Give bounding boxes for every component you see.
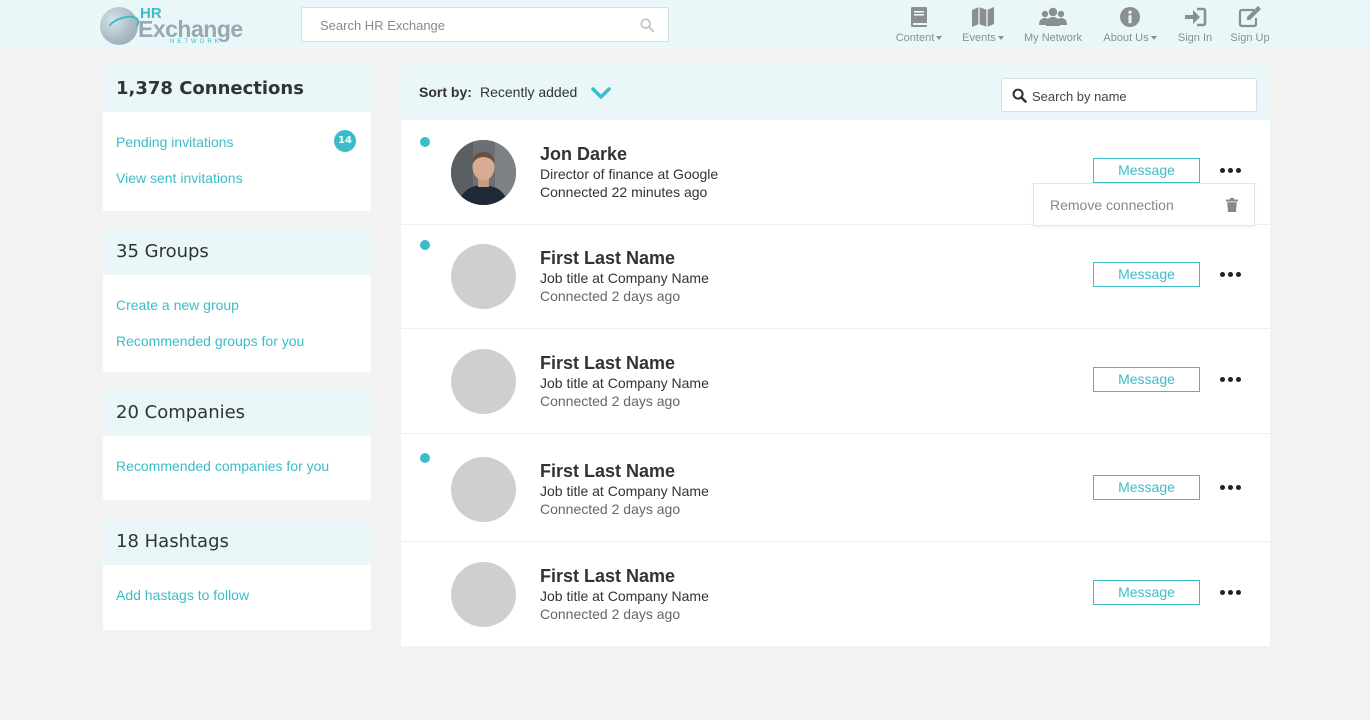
connection-job-title: Job title at Company Name	[540, 588, 709, 604]
message-button[interactable]: Message	[1093, 580, 1200, 605]
connection-row: First Last Name Job title at Company Nam…	[401, 434, 1270, 542]
caret-down-icon	[936, 36, 943, 40]
avatar[interactable]	[451, 244, 516, 309]
connection-job-title: Director of finance at Google	[540, 166, 719, 182]
sort-by-label: Sort by:	[419, 84, 472, 100]
connection-job-title: Job title at Company Name	[540, 270, 709, 286]
site-search-box	[301, 7, 669, 42]
connection-row: First Last Name Job title at Company Nam…	[401, 542, 1270, 646]
connections-list-panel: Sort by: Recently added Search by name J…	[401, 66, 1270, 646]
remove-connection-label: Remove connection	[1050, 197, 1174, 213]
chevron-down-icon[interactable]	[591, 86, 611, 100]
profile-photo	[451, 140, 516, 205]
connection-time: Connected 2 days ago	[540, 501, 681, 517]
hashtags-count-title: 18 Hashtags	[116, 531, 229, 552]
message-button[interactable]: Message	[1093, 262, 1200, 287]
name-search-input[interactable]	[1032, 87, 1242, 105]
more-options-icon[interactable]	[1220, 485, 1242, 491]
more-options-icon[interactable]	[1220, 168, 1242, 174]
connection-row: First Last Name Job title at Company Nam…	[401, 329, 1270, 434]
pending-invitations-link[interactable]: Pending invitations	[116, 134, 234, 150]
add-hashtags-link[interactable]: Add hastags to follow	[116, 587, 249, 603]
nav-sign-in[interactable]: Sign In	[1175, 6, 1215, 46]
recommended-companies-link[interactable]: Recommended companies for you	[116, 458, 329, 474]
remove-connection-menu-item[interactable]: Remove connection	[1033, 183, 1255, 226]
new-connection-dot	[420, 453, 430, 463]
sign-in-icon	[1185, 7, 1207, 27]
connection-name[interactable]: First Last Name	[540, 566, 675, 587]
nav-sign-up[interactable]: Sign Up	[1228, 6, 1272, 46]
trash-icon	[1226, 198, 1238, 212]
connection-name[interactable]: First Last Name	[540, 461, 675, 482]
avatar[interactable]	[451, 562, 516, 627]
message-button[interactable]: Message	[1093, 475, 1200, 500]
more-options-icon[interactable]	[1220, 272, 1242, 278]
more-options-icon[interactable]	[1220, 377, 1242, 383]
hashtags-card: 18 Hashtags Add hastags to follow	[103, 519, 371, 630]
nav-about-us[interactable]: About Us	[1100, 6, 1160, 46]
nav-events-label: Events	[960, 32, 1006, 45]
nav-my-network-label: My Network	[1023, 32, 1083, 44]
companies-card-header: 20 Companies	[103, 390, 371, 436]
create-group-link[interactable]: Create a new group	[116, 297, 239, 313]
site-search-input[interactable]	[320, 16, 620, 34]
top-navigation-bar: HR Exchange NETWORK Content Events	[0, 0, 1370, 50]
connection-time: Connected 2 days ago	[540, 606, 681, 622]
map-icon	[972, 7, 994, 27]
connection-job-title: Job title at Company Name	[540, 375, 709, 391]
info-icon	[1120, 7, 1140, 27]
edit-icon	[1238, 6, 1261, 28]
globe-logo-icon	[100, 7, 138, 45]
companies-count-title: 20 Companies	[116, 402, 246, 423]
sort-select-value[interactable]: Recently added	[480, 84, 577, 100]
groups-card-header: 35 Groups	[103, 229, 371, 275]
logo-text-network: NETWORK	[170, 39, 222, 45]
nav-content-label: Content	[893, 32, 945, 45]
nav-about-us-label: About Us	[1100, 32, 1160, 45]
hashtags-card-header: 18 Hashtags	[103, 519, 371, 565]
groups-card: 35 Groups Create a new group Recommended…	[103, 229, 371, 372]
search-icon	[1012, 88, 1027, 103]
connection-name[interactable]: First Last Name	[540, 353, 675, 374]
nav-sign-in-label: Sign In	[1177, 32, 1213, 44]
connections-card: 1,378 Connections Pending invitations 14…	[103, 66, 371, 211]
new-connection-dot	[420, 240, 430, 250]
recommended-groups-link[interactable]: Recommended groups for you	[116, 333, 304, 349]
more-options-icon[interactable]	[1220, 590, 1242, 596]
groups-count-title: 35 Groups	[116, 241, 209, 262]
nav-events[interactable]: Events	[960, 6, 1006, 46]
caret-down-icon	[1150, 36, 1157, 40]
connection-row: First Last Name Job title at Company Nam…	[401, 225, 1270, 329]
sort-toolbar: Sort by: Recently added	[401, 66, 1270, 120]
connection-name[interactable]: Jon Darke	[540, 144, 627, 165]
nav-content[interactable]: Content	[893, 6, 945, 46]
connection-name[interactable]: First Last Name	[540, 248, 675, 269]
companies-card: 20 Companies Recommended companies for y…	[103, 390, 371, 500]
message-button[interactable]: Message	[1093, 367, 1200, 392]
nav-sign-up-label: Sign Up	[1230, 32, 1270, 44]
connection-time: Connected 22 minutes ago	[540, 184, 708, 200]
connection-time: Connected 2 days ago	[540, 288, 681, 304]
connection-time: Connected 2 days ago	[540, 393, 681, 409]
book-icon	[911, 7, 927, 27]
name-search-box	[1001, 78, 1257, 112]
logo-text-exchange: Exchange	[138, 16, 243, 42]
new-connection-dot	[420, 137, 430, 147]
search-icon[interactable]	[640, 18, 654, 32]
message-button[interactable]: Message	[1093, 158, 1200, 183]
nav-my-network[interactable]: My Network	[1020, 6, 1086, 46]
users-icon	[1039, 7, 1067, 26]
pending-count-badge: 14	[334, 130, 356, 152]
connection-job-title: Job title at Company Name	[540, 483, 709, 499]
connections-card-header: 1,378 Connections	[103, 66, 371, 112]
avatar[interactable]	[451, 140, 516, 205]
avatar[interactable]	[451, 349, 516, 414]
avatar[interactable]	[451, 457, 516, 522]
caret-down-icon	[997, 36, 1004, 40]
connections-count-title: 1,378 Connections	[116, 78, 304, 99]
hr-exchange-logo[interactable]: HR Exchange NETWORK	[100, 6, 243, 46]
view-sent-invitations-link[interactable]: View sent invitations	[116, 170, 243, 186]
